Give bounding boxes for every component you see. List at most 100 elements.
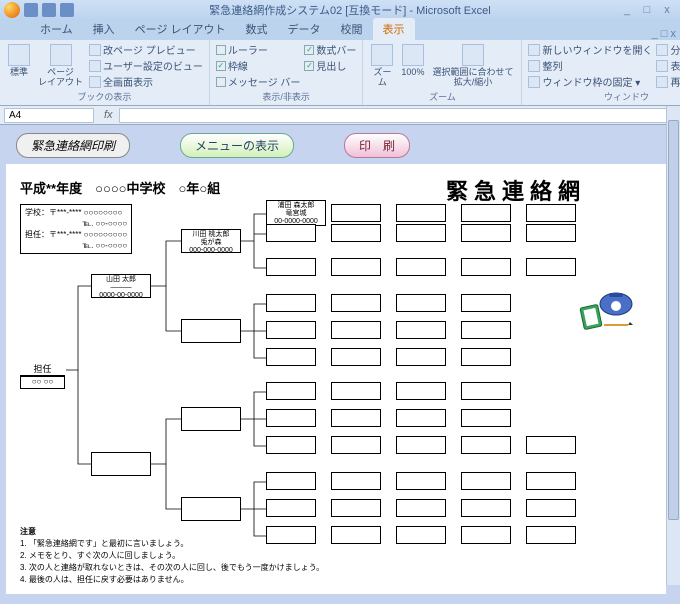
note-line: 2. メモをとり、すぐ次の人に回しましょう。	[20, 550, 324, 562]
tab-data[interactable]: データ	[278, 18, 331, 40]
formula-input[interactable]	[119, 108, 676, 123]
document-page: 平成**年度 ○○○○中学校 ○年○組 緊急連絡網 学校：〒***-**** ○…	[6, 164, 666, 594]
page-header: 平成**年度 ○○○○中学校 ○年○組	[20, 178, 220, 197]
hide-button[interactable]: 表示しない	[656, 58, 680, 73]
tree-node	[331, 204, 381, 222]
freeze-panes-button[interactable]: ウィンドウ枠の固定 ▾	[528, 74, 652, 89]
fx-button[interactable]: fx	[98, 109, 119, 121]
tree-node	[266, 321, 316, 339]
tree-node	[396, 499, 446, 517]
tree-node	[331, 436, 381, 454]
headings-checkbox[interactable]: ✓見出し	[304, 58, 356, 73]
tree-node	[181, 497, 241, 521]
tree-node	[396, 258, 446, 276]
ribbon-group-show-hide: ルーラー ✓枠線 メッセージ バー ✓数式バー ✓見出し 表示/非表示	[210, 40, 364, 105]
print-contact-net-button[interactable]: 緊急連絡網印刷	[16, 133, 130, 158]
tree-node	[461, 294, 511, 312]
quick-access-toolbar	[24, 3, 74, 17]
group-label: ウィンドウ	[528, 89, 680, 103]
school-info-box: 学校：〒***-**** ○○○○○○○○ ℡. ○○-○○○○ 担任：〒***…	[20, 204, 132, 254]
tree-node	[526, 204, 576, 222]
tree-node	[331, 294, 381, 312]
tree-node	[526, 258, 576, 276]
normal-view-button[interactable]: 標準	[6, 42, 32, 79]
window-buttons: _ □ x	[618, 4, 676, 16]
custom-buttons-row: 緊急連絡網印刷 メニューの表示 印 刷	[6, 131, 666, 164]
tree-node	[396, 321, 446, 339]
tree-node	[266, 294, 316, 312]
tree-node	[461, 348, 511, 366]
tab-view[interactable]: 表示	[373, 18, 415, 40]
qat-save-icon[interactable]	[24, 3, 38, 17]
scrollbar-thumb[interactable]	[668, 120, 679, 520]
page-layout-button[interactable]: ページ レイアウト	[36, 42, 85, 89]
tree-node	[396, 294, 446, 312]
tree-node	[526, 436, 576, 454]
note-line: 4. 最後の人は、担任に戻す必要はありません。	[20, 574, 324, 586]
tree-node	[331, 409, 381, 427]
split-button[interactable]: 分割	[656, 42, 680, 57]
ruler-checkbox[interactable]: ルーラー	[216, 42, 301, 57]
zoom-100-button[interactable]: 100%	[399, 42, 426, 79]
arrange-button[interactable]: 整列	[528, 58, 652, 73]
ribbon: 標準 ページ レイアウト 改ページ プレビュー ユーザー設定のビュー 全画面表示…	[0, 40, 680, 106]
office-button[interactable]	[4, 2, 20, 18]
tree-node	[526, 224, 576, 242]
tree-node	[331, 258, 381, 276]
full-screen-button[interactable]: 全画面表示	[89, 74, 203, 89]
info-line: 担任：〒***-**** ○○○○○○○○○	[25, 229, 127, 240]
notes-section: 注意 1. 「緊急連絡網です」と最初に言いましょう。 2. メモをとり、すぐ次の…	[20, 526, 324, 586]
tree-node	[461, 224, 511, 242]
custom-views-button[interactable]: ユーザー設定のビュー	[89, 58, 203, 73]
tree-node	[331, 499, 381, 517]
tree-node	[396, 204, 446, 222]
tree-node	[396, 526, 446, 544]
close-button[interactable]: x	[658, 4, 676, 16]
maximize-button[interactable]: □	[638, 4, 656, 16]
zoom-selection-button[interactable]: 選択範囲に合わせて 拡大/縮小	[430, 42, 515, 89]
new-window-button[interactable]: 新しいウィンドウを開く	[528, 42, 652, 57]
tree-node	[461, 526, 511, 544]
tree-node	[526, 499, 576, 517]
doc-minimize-button[interactable]: _	[652, 28, 658, 40]
tree-node	[181, 319, 241, 343]
tree-node: 山田 太郎 ——— 0000-00-0000	[91, 274, 151, 298]
tree-node	[266, 224, 316, 242]
vertical-scrollbar[interactable]	[666, 106, 680, 585]
page-title: 緊急連絡網	[446, 174, 586, 206]
print-button[interactable]: 印 刷	[344, 133, 410, 158]
unhide-button[interactable]: 再表示	[656, 74, 680, 89]
tree-node	[461, 321, 511, 339]
formula-bar-checkbox[interactable]: ✓数式バー	[304, 42, 356, 57]
tree-node	[331, 321, 381, 339]
tab-home[interactable]: ホーム	[30, 18, 83, 40]
message-bar-checkbox[interactable]: メッセージ バー	[216, 74, 301, 89]
group-label: 表示/非表示	[216, 89, 357, 103]
tree-node: 浦田 森太郎 竜宮城 00-0000-0000	[266, 200, 326, 226]
gridlines-checkbox[interactable]: ✓枠線	[216, 58, 301, 73]
qat-redo-icon[interactable]	[60, 3, 74, 17]
tree-node	[461, 382, 511, 400]
tab-review[interactable]: 校閲	[331, 18, 373, 40]
group-label: ブックの表示	[6, 89, 203, 103]
tab-formula[interactable]: 数式	[236, 18, 278, 40]
tab-insert[interactable]: 挿入	[83, 18, 125, 40]
tree-node	[461, 409, 511, 427]
tree-node	[461, 436, 511, 454]
zoom-button[interactable]: ズーム	[369, 42, 395, 89]
group-label: ズーム	[369, 89, 515, 103]
doc-maximize-button[interactable]: □	[661, 28, 668, 40]
doc-close-button[interactable]: x	[671, 28, 677, 40]
show-menu-button[interactable]: メニューの表示	[180, 133, 294, 158]
qat-undo-icon[interactable]	[42, 3, 56, 17]
info-line: 学校：〒***-**** ○○○○○○○○	[25, 207, 127, 218]
tree-node	[331, 348, 381, 366]
name-box[interactable]: A4	[4, 108, 94, 123]
tree-node	[266, 436, 316, 454]
tree-node	[266, 382, 316, 400]
tab-layout[interactable]: ページ レイアウト	[125, 18, 236, 40]
tree-node	[396, 409, 446, 427]
tree-node	[266, 499, 316, 517]
minimize-button[interactable]: _	[618, 4, 636, 16]
page-break-preview-button[interactable]: 改ページ プレビュー	[89, 42, 203, 57]
